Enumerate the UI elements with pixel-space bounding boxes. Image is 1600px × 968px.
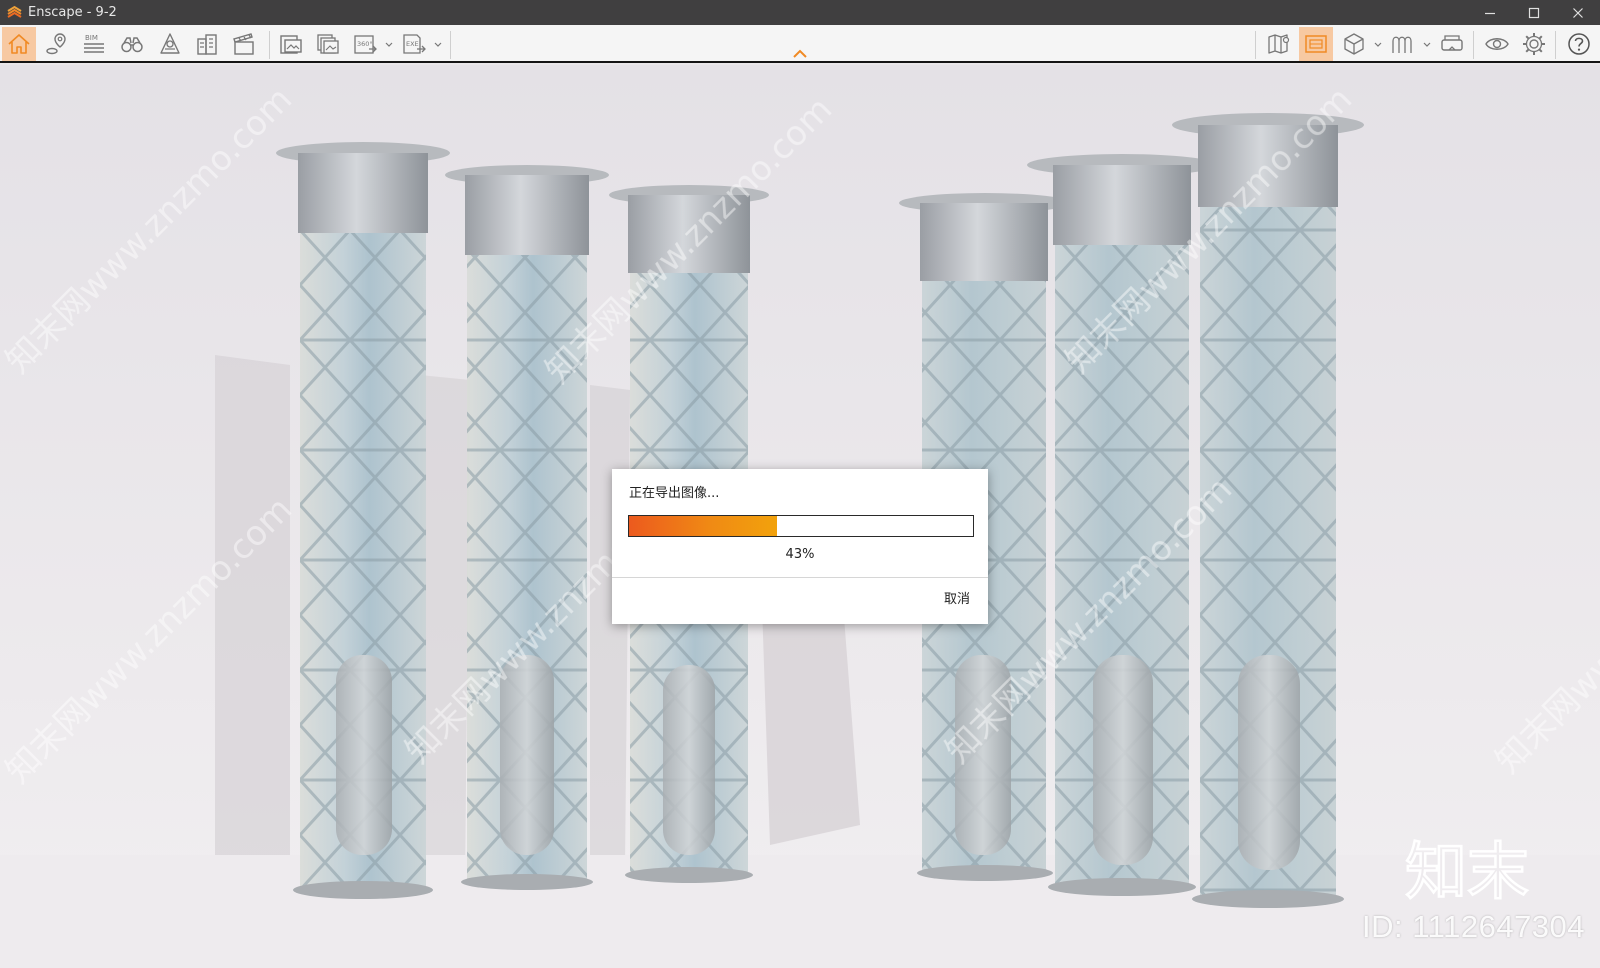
material-icon [1392, 36, 1412, 53]
maximize-button[interactable] [1512, 0, 1556, 25]
home-icon [8, 34, 30, 54]
panorama-360-icon: 360° [354, 35, 377, 54]
collapse-toolbar-chevron-up-icon[interactable] [791, 48, 809, 60]
close-button[interactable] [1556, 0, 1600, 25]
cube-button[interactable] [1337, 27, 1371, 61]
maximize-icon [1528, 7, 1540, 18]
close-icon [1573, 7, 1583, 18]
progress-fill [629, 516, 777, 536]
views-button[interactable] [115, 27, 149, 61]
batch-render-icon [317, 34, 339, 54]
elevator-shaft [276, 142, 450, 899]
toolbar-separator [1555, 31, 1556, 59]
export-progress-dialog: 正在导出图像... 43% 取消 [612, 469, 988, 624]
chevron-down-icon [434, 42, 442, 47]
cube-icon [1344, 33, 1364, 55]
video-button[interactable] [227, 27, 261, 61]
watermark-logo: 知末 [1405, 834, 1530, 905]
toolbar-separator [1255, 31, 1256, 59]
vr-button[interactable] [1435, 27, 1469, 61]
render-viewport[interactable]: 知末网www.znzmo.com 知末网www.znzmo.com 知末网www… [0, 65, 1600, 968]
clapperboard-icon [233, 33, 254, 55]
minimize-icon [1485, 12, 1495, 14]
materials-dropdown-chevron[interactable] [1422, 37, 1432, 51]
visual-settings-button[interactable] [1480, 27, 1514, 61]
dialog-divider [612, 577, 988, 578]
toolbar-separator [1473, 31, 1474, 59]
export-exe-button[interactable]: EXE [397, 27, 431, 61]
assets-button[interactable] [190, 27, 224, 61]
export-progress-bar [628, 515, 974, 537]
window-title: Enscape - 9-2 [28, 5, 117, 20]
cancel-button[interactable]: 取消 [944, 591, 970, 608]
render-image-button[interactable] [274, 27, 308, 61]
gear-icon [1523, 33, 1545, 55]
panorama-dropdown-chevron[interactable] [384, 37, 394, 51]
chevron-down-icon [1423, 42, 1431, 47]
svg-text:EXE: EXE [406, 40, 419, 48]
vr-headset-icon [1441, 35, 1463, 51]
watermark-id: ID: 1112647304 [1362, 909, 1586, 944]
svg-text:360°: 360° [357, 40, 373, 48]
elevator-shaft [445, 165, 609, 890]
batch-render-button[interactable] [311, 27, 345, 61]
toolbar-separator [269, 31, 270, 59]
panorama-button[interactable]: 360° [348, 27, 382, 61]
enscape-logo-icon [7, 5, 22, 18]
eye-icon [1485, 38, 1509, 50]
settings-button[interactable] [1517, 27, 1551, 61]
map-button[interactable] [1262, 27, 1296, 61]
export-exe-icon: EXE [403, 34, 426, 54]
progress-percent: 43% [785, 547, 815, 562]
home-button[interactable] [2, 27, 36, 61]
binoculars-icon [121, 37, 143, 53]
atmosphere-button[interactable] [153, 27, 187, 61]
help-icon [1568, 33, 1590, 55]
toolbar-separator [450, 31, 451, 59]
export-dropdown-chevron[interactable] [433, 37, 443, 51]
svg-text:BIM: BIM [85, 34, 98, 42]
cube-dropdown-chevron[interactable] [1373, 37, 1383, 51]
render-image-icon [280, 35, 302, 54]
location-button[interactable] [40, 27, 74, 61]
map-icon [1268, 34, 1290, 54]
help-button[interactable] [1562, 27, 1596, 61]
minimize-button[interactable] [1468, 0, 1512, 25]
buildings-icon [197, 34, 217, 55]
svg-text:知末: 知末 [1405, 835, 1529, 905]
atmosphere-icon [160, 33, 180, 54]
title-bar: Enscape - 9-2 [0, 0, 1600, 25]
materials-button[interactable] [1386, 27, 1420, 61]
location-pin-icon [46, 33, 66, 55]
capture-button[interactable] [1299, 27, 1333, 61]
enscape-window: Enscape - 9-2 BIM 360° EXE 知末网www.znzmo.… [0, 0, 1600, 968]
bim-icon: BIM [84, 34, 104, 53]
chevron-down-icon [1374, 42, 1382, 47]
main-toolbar: BIM 360° EXE [0, 25, 1600, 63]
dialog-title: 正在导出图像... [629, 486, 720, 501]
capture-icon [1305, 35, 1327, 53]
bim-button[interactable]: BIM [77, 27, 111, 61]
chevron-down-icon [385, 42, 393, 47]
